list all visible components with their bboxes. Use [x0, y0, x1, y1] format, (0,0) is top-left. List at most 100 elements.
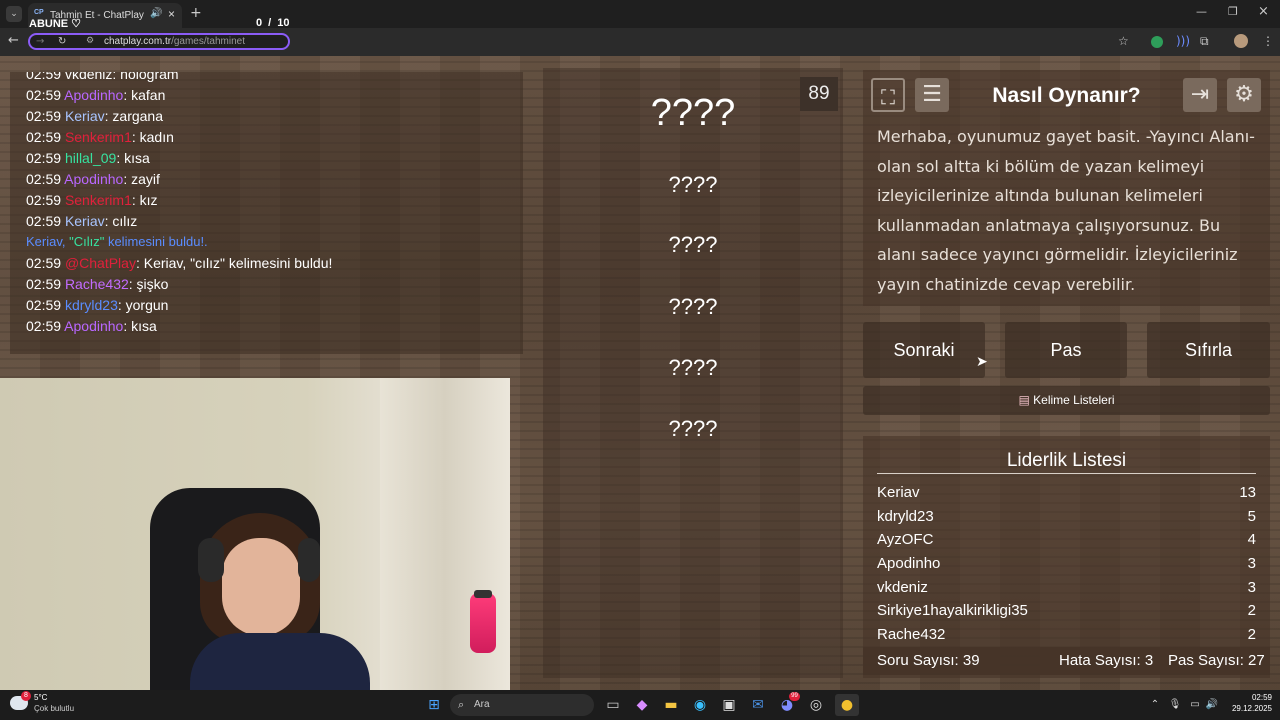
settings-gear-icon[interactable]: ⚙: [1227, 78, 1261, 112]
tab-audio-icon[interactable]: 🔊: [150, 8, 162, 19]
tab-search-icon[interactable]: ⌄: [6, 6, 22, 22]
clock-date[interactable]: 29.12.2025: [1222, 704, 1272, 713]
restore-icon[interactable]: ❐: [1228, 5, 1238, 18]
chat-message: 02:59 Senkerim1: kadın: [26, 129, 174, 145]
chat-message: 02:59 kdryld23: yorgun: [26, 297, 169, 313]
new-tab-icon[interactable]: +: [190, 5, 202, 21]
leaderboard-row: kdryld23 5: [877, 508, 1256, 525]
word-lists-button[interactable]: ▤ Kelime Listeleri: [863, 386, 1270, 415]
chat-username: Rache432: [64, 276, 129, 292]
volume-icon[interactable]: 🔊: [1205, 694, 1219, 716]
headphone-right: [298, 538, 320, 582]
taboo-word: ????: [668, 172, 718, 197]
window-close-icon[interactable]: ×: [1258, 4, 1269, 19]
logout-icon[interactable]: ⇥: [1183, 78, 1217, 112]
bookmark-star-icon[interactable]: ☆: [1118, 34, 1129, 48]
word-column: ???? ???? ???? ???? ???? ????: [543, 68, 843, 678]
taboo-word: ????: [668, 355, 718, 380]
word-lists-label: Kelime Listeleri: [1033, 393, 1115, 407]
chat-username: @ChatPlay: [64, 255, 136, 271]
weather-desc[interactable]: Çok bulutlu: [34, 704, 74, 713]
system-message: Keriav, "Cılız" kelimesini buldu!.: [26, 234, 208, 249]
leaderboard-row: Keriav 13: [877, 484, 1256, 501]
chat-username: hillal_09: [64, 150, 117, 166]
task-view-icon[interactable]: ▭: [603, 694, 623, 716]
chat-username: Senkerim1: [64, 129, 132, 145]
streamer-sweater: [190, 633, 370, 690]
chat-message: 02:59 Rache432: şişko: [26, 276, 169, 292]
extension-wave-icon[interactable]: ))): [1176, 34, 1190, 48]
pass-button[interactable]: Pas: [1005, 322, 1127, 378]
obs-icon[interactable]: ◎: [806, 694, 826, 716]
tray-chevron-icon[interactable]: ⌃: [1148, 694, 1162, 716]
notebook-icon: ▤: [1018, 393, 1030, 407]
chrome-icon[interactable]: ●: [835, 694, 859, 716]
chat-message: 02:59 Senkerim1: kız: [26, 192, 158, 208]
chat-panel: 02:59 vkdeniz: hologram 02:59 Apodinho: …: [10, 72, 523, 354]
chat-message: 02:59 Apodinho: kafan: [26, 87, 166, 103]
leaderboard-row: Rache432 2: [877, 626, 1256, 643]
forward-icon[interactable]: →: [36, 35, 44, 48]
game-stats-bar: Soru Sayısı: 39 Hata Sayısı: 3 Pas Sayıs…: [863, 647, 1270, 675]
reset-button[interactable]: Sıfırla: [1147, 322, 1270, 378]
url-domain: chatplay.com.tr: [104, 36, 172, 47]
leaderboard-row: Sirkiye1hayalkirikligi35 2: [877, 602, 1256, 619]
leaderboard-row: AyzOFC 4: [877, 531, 1256, 548]
address-bar[interactable]: → ↻ ⚙ chatplay.com.tr/games/tahminet: [28, 33, 290, 50]
microphone-cap: [474, 590, 492, 598]
edge-icon[interactable]: ◉: [690, 694, 710, 716]
round-timer: 89: [800, 77, 838, 111]
clock-time[interactable]: 02:59: [1222, 693, 1272, 702]
how-to-play-text: Merhaba, oyunumuz gayet basit. -Yayıncı …: [877, 127, 1255, 294]
store-icon[interactable]: ▣: [719, 694, 739, 716]
file-explorer-icon[interactable]: ▬: [661, 694, 681, 716]
reload-icon[interactable]: ↻: [58, 35, 66, 48]
chatplay-favicon-icon: CP: [34, 9, 44, 16]
mouse-cursor-icon: ➤: [976, 354, 988, 370]
discord-badge: 99: [789, 692, 800, 701]
windows-start-icon[interactable]: ⊞: [424, 694, 444, 716]
copilot-icon[interactable]: ◆: [632, 694, 652, 716]
taboo-word: ????: [668, 416, 718, 441]
microphone-tray-icon[interactable]: 🎙: [1168, 694, 1182, 716]
chat-message: 02:59 @ChatPlay: Keriav, "cılız" kelimes…: [26, 255, 333, 271]
goal-counter: 0 / 10: [256, 17, 290, 29]
chat-username: Apodinho: [64, 171, 124, 187]
how-to-play-panel: ⛶ ☰ Nasıl Oynanır? ⇥ ⚙ Merhaba, oyunumuz…: [863, 70, 1270, 306]
chat-username: Keriav: [64, 108, 105, 124]
browser-menu-icon[interactable]: ⋮: [1262, 34, 1274, 48]
leaderboard-divider: [877, 473, 1256, 474]
webcam-feed: [0, 378, 510, 690]
next-button[interactable]: Sonraki: [863, 322, 985, 378]
chat-message: 02:59 Keriav: zargana: [26, 108, 163, 124]
tab-close-icon[interactable]: ×: [168, 7, 175, 21]
leaderboard-row: Apodinho 3: [877, 555, 1256, 572]
url-path: /games/tahminet: [171, 36, 245, 47]
chat-message: 02:59 Keriav: cılız: [26, 213, 138, 229]
pass-count: Pas Sayısı: 27: [1168, 652, 1265, 669]
subscribe-overlay: ABUNE ♡: [29, 18, 82, 30]
taskbar-search[interactable]: ⌕ Ara: [450, 694, 594, 716]
leaderboard-row: vkdeniz 3: [877, 579, 1256, 596]
taboo-word: ????: [668, 294, 718, 319]
question-count: Soru Sayısı: 39: [877, 652, 980, 669]
extension-shield-icon[interactable]: [1151, 36, 1163, 48]
site-info-icon[interactable]: ⚙: [86, 35, 94, 48]
chat-username: Senkerim1: [64, 192, 132, 208]
weather-badge: 8: [21, 691, 31, 701]
profile-avatar[interactable]: [1234, 34, 1248, 48]
streamer-face: [222, 538, 300, 636]
network-icon[interactable]: ▭: [1188, 694, 1202, 716]
back-icon[interactable]: ←: [8, 33, 19, 48]
chat-username: kdryld23: [64, 297, 118, 313]
chat-message: 02:59 Apodinho: kısa: [26, 318, 157, 334]
extensions-puzzle-icon[interactable]: ⧉: [1200, 34, 1209, 49]
headphone-left: [198, 538, 224, 582]
weather-temp[interactable]: 5°C: [34, 693, 47, 702]
chat-username: vkdeniz: [64, 72, 113, 82]
search-label: Ara: [474, 699, 490, 710]
mail-icon[interactable]: ✉: [748, 694, 768, 716]
chat-username: Apodinho: [64, 87, 124, 103]
minimize-icon[interactable]: —: [1196, 5, 1207, 18]
error-count: Hata Sayısı: 3: [1059, 652, 1154, 669]
